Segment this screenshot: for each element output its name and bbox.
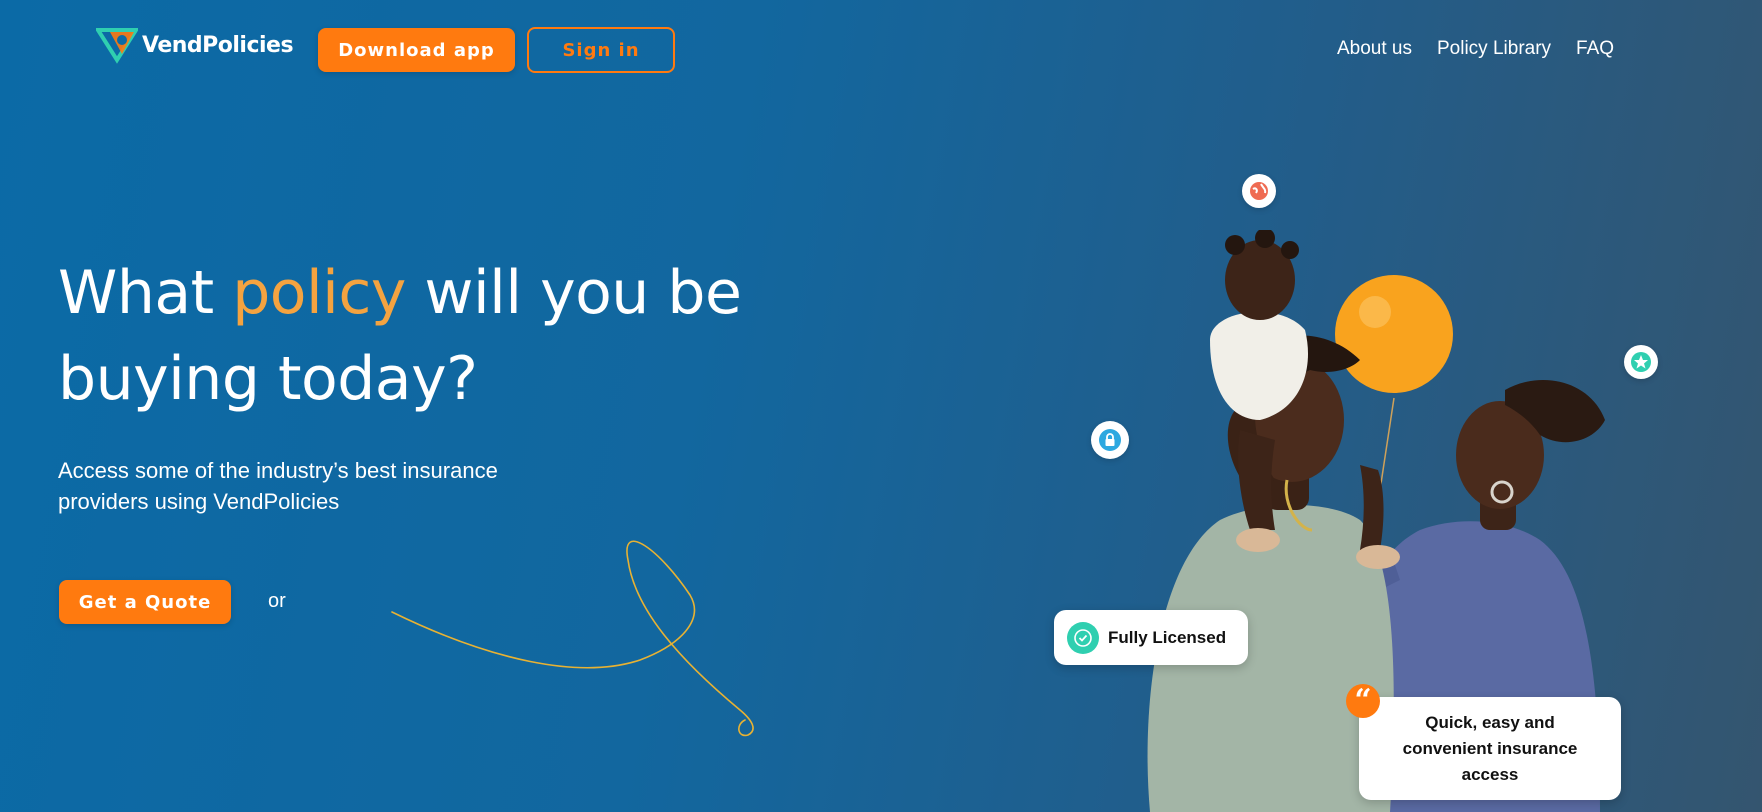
or-label: or xyxy=(268,590,286,612)
get-a-quote-button[interactable]: Get a Quote xyxy=(59,580,231,624)
testimonial-line-1: Quick, easy and xyxy=(1425,713,1555,732)
nav-about-us[interactable]: About us xyxy=(1337,38,1412,60)
hero-headline: What policy will you be buying today? xyxy=(58,258,742,414)
fully-licensed-label: Fully Licensed xyxy=(1108,627,1227,647)
hero-subtext: Access some of the industry’s best insur… xyxy=(58,458,498,514)
star-icon xyxy=(1624,345,1658,379)
nav-policy-library[interactable]: Policy Library xyxy=(1437,38,1551,60)
sign-in-button[interactable]: Sign in xyxy=(527,27,675,73)
lock-icon xyxy=(1091,421,1129,459)
check-badge-icon xyxy=(1067,621,1099,654)
testimonial-line-3: access xyxy=(1461,765,1519,784)
squiggle-arrow-decoration xyxy=(391,540,754,737)
logo-text: VendPolicies xyxy=(142,32,294,58)
quote-icon: “ xyxy=(1346,684,1380,718)
testimonial-card: Quick, easy and convenient insurance acc… xyxy=(1359,697,1621,800)
nav-faq[interactable]: FAQ xyxy=(1576,38,1614,60)
globe-icon xyxy=(1242,174,1276,208)
headline-accent: policy xyxy=(232,258,406,328)
testimonial-line-2: convenient insurance xyxy=(1402,739,1578,758)
fully-licensed-badge: Fully Licensed xyxy=(1054,610,1248,665)
brand-logo[interactable]: VendPolicies xyxy=(96,26,294,64)
logo-icon xyxy=(96,28,138,64)
top-nav: About us Policy Library FAQ xyxy=(1337,38,1614,60)
download-app-button[interactable]: Download app xyxy=(318,28,515,72)
